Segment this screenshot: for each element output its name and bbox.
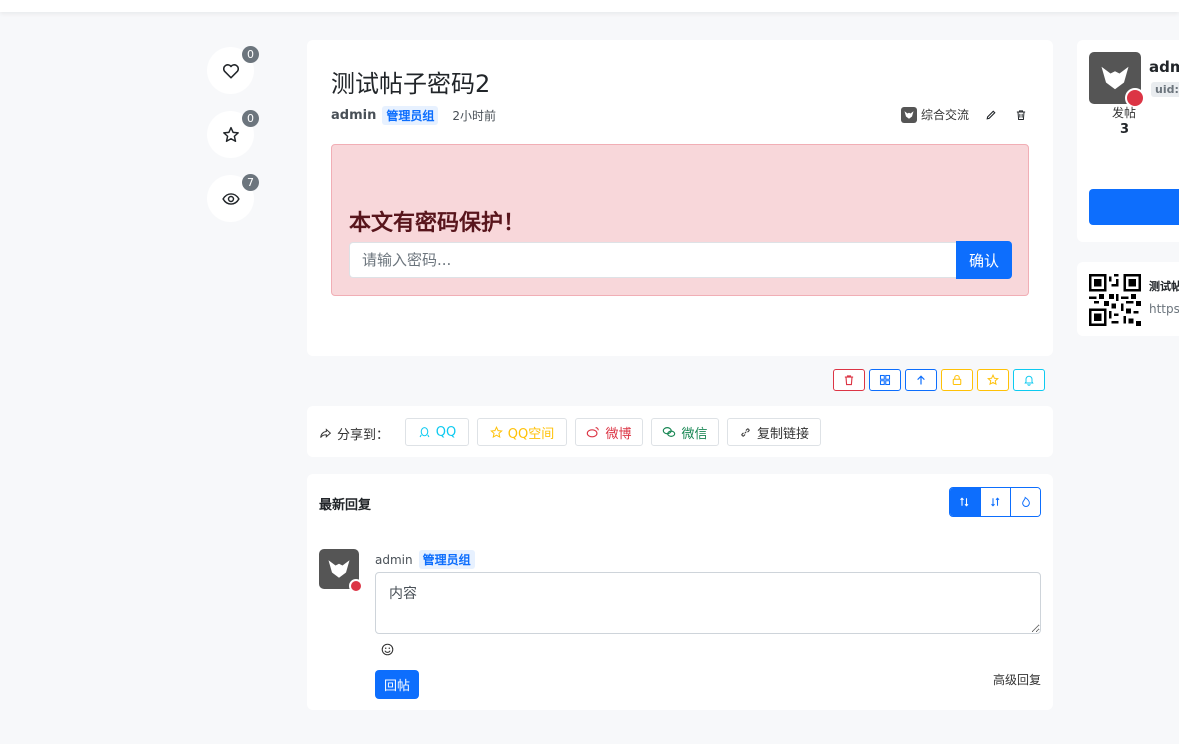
password-prompt: 本文有密码保护！ <box>349 211 526 236</box>
sort-asc-button[interactable] <box>950 488 980 516</box>
password-input[interactable] <box>349 242 957 278</box>
author-card-name[interactable]: adm <box>1149 58 1179 76</box>
share-qq-button[interactable]: QQ <box>405 418 469 446</box>
wechat-icon <box>663 427 676 437</box>
share-weibo-button[interactable]: 微博 <box>575 418 643 446</box>
forum-icon <box>900 106 917 123</box>
mod-featured-button[interactable] <box>977 369 1009 391</box>
author-name[interactable]: admin <box>331 108 376 123</box>
author-card-avatar <box>1089 52 1145 108</box>
forum-name: 综合交流 <box>920 108 969 122</box>
forum-link[interactable]: 综合交流 <box>900 106 969 123</box>
qzone-star-icon <box>489 425 503 438</box>
qq-icon <box>419 426 430 437</box>
sort-desc-button[interactable] <box>980 488 1010 516</box>
edit-button[interactable] <box>983 107 999 123</box>
bell-icon <box>1024 375 1034 386</box>
top-navbar <box>0 0 1179 12</box>
share-card: 分享到： QQ QQ空间 微博 微信 复制链接 <box>307 406 1053 457</box>
views-button[interactable]: 7 <box>207 174 259 222</box>
reply-group-badge: 管理员组 <box>418 550 475 569</box>
fire-icon <box>1021 496 1030 507</box>
weibo-icon <box>587 427 600 438</box>
mod-lock-button[interactable] <box>941 369 973 391</box>
share-qq-label: QQ <box>435 424 457 440</box>
post-time: 2小时前 <box>452 109 496 123</box>
eye-icon <box>221 192 240 205</box>
posts-count: 3 <box>1120 122 1130 137</box>
emoji-icon[interactable] <box>381 643 394 656</box>
delete-button[interactable] <box>1013 107 1029 123</box>
reply-user-meta: admin 管理员组 <box>375 550 475 569</box>
latest-replies-heading: 最新回复 <box>319 498 372 513</box>
password-alert: 本文有密码保护！ 确认 <box>331 144 1029 296</box>
copy-link-button[interactable]: 复制链接 <box>727 418 821 446</box>
post-title: 测试帖子密码2 <box>331 70 491 98</box>
share-label-text: 分享到： <box>337 428 390 443</box>
qr-card: 测试帖 https <box>1077 262 1179 336</box>
post-meta: admin 管理员组 2小时前 <box>331 106 496 125</box>
mod-delete-button[interactable] <box>833 369 865 391</box>
posts-label: 发帖 <box>1112 106 1137 120</box>
sort-button-group <box>949 487 1041 517</box>
mod-top-button[interactable] <box>905 369 937 391</box>
trash-icon <box>844 375 854 386</box>
qr-card-title: 测试帖 <box>1149 280 1179 293</box>
favorite-count: 0 <box>242 110 259 127</box>
arrow-up-icon <box>917 375 925 385</box>
lock-icon <box>952 374 962 386</box>
post-card: 测试帖子密码2 admin 管理员组 2小时前 综合交流 本文有密码保护！ 确认 <box>307 40 1053 356</box>
mod-move-button[interactable] <box>869 369 901 391</box>
reply-submit-button[interactable]: 回帖 <box>375 670 419 699</box>
reply-author[interactable]: admin <box>375 553 413 567</box>
sort-asc-icon <box>960 497 969 507</box>
like-button[interactable]: 0 <box>207 46 259 94</box>
admin-shield-icon <box>349 579 363 593</box>
author-card: adm uid: 发帖 3 <box>1077 40 1179 242</box>
author-card-action-button[interactable] <box>1089 189 1179 225</box>
reply-content-input[interactable] <box>375 572 1041 634</box>
advanced-reply-link[interactable]: 高级回复 <box>993 671 1041 688</box>
author-card-uid: uid: <box>1151 82 1179 97</box>
confirm-button[interactable]: 确认 <box>956 241 1012 279</box>
logo-avatar-icon <box>328 560 350 578</box>
link-icon <box>741 427 750 437</box>
copy-link-label: 复制链接 <box>756 426 809 442</box>
trash-icon <box>1016 109 1026 120</box>
group-badge: 管理员组 <box>382 106 439 125</box>
heart-icon <box>222 63 239 79</box>
reply-card: 最新回复 admin 管理员组 回帖 高级回复 <box>307 474 1053 710</box>
pencil-icon <box>986 109 996 119</box>
share-qzone-button[interactable]: QQ空间 <box>477 418 567 446</box>
share-wechat-button[interactable]: 微信 <box>651 418 719 446</box>
share-label: 分享到： <box>319 424 389 443</box>
sort-desc-icon <box>990 497 999 507</box>
star-icon <box>987 374 999 386</box>
share-weibo-label: 微博 <box>605 426 632 442</box>
like-count: 0 <box>242 46 259 63</box>
sort-hot-button[interactable] <box>1010 488 1040 516</box>
views-count: 7 <box>242 174 259 191</box>
mod-notify-button[interactable] <box>1013 369 1045 391</box>
post-actions: 综合交流 <box>900 106 1029 123</box>
qr-card-url[interactable]: https <box>1149 302 1179 316</box>
share-qzone-label: QQ空间 <box>507 426 555 442</box>
qr-code-icon <box>1089 274 1141 326</box>
grid-icon <box>879 374 891 386</box>
favorite-button[interactable]: 0 <box>207 110 259 158</box>
star-icon <box>222 126 239 142</box>
moderation-toolbar <box>833 369 1045 391</box>
share-arrow-icon <box>320 428 332 438</box>
share-wechat-label: 微信 <box>681 426 708 442</box>
reply-avatar <box>319 549 363 593</box>
